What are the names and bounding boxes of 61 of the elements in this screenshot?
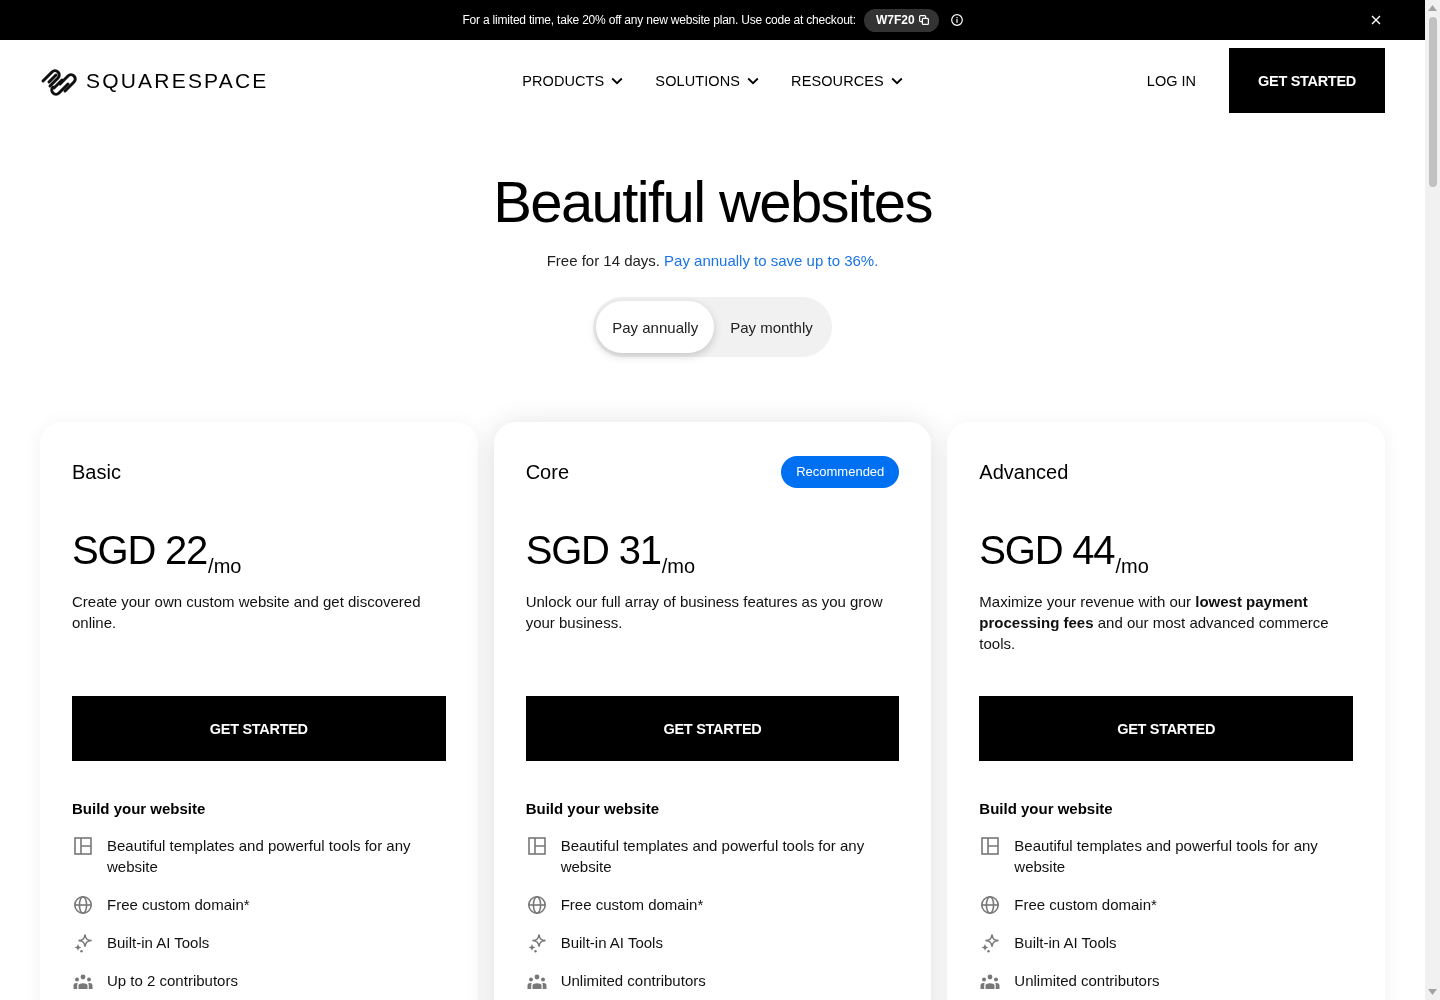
- scrollbar-thumb[interactable]: [1428, 17, 1437, 187]
- feature-text: Beautiful templates and powerful tools for any website: [560, 836, 866, 877]
- billing-option[interactable]: Pay monthly: [714, 301, 829, 353]
- close-icon: [1371, 15, 1381, 25]
- logo-wordmark[interactable]: SQUARESPACE: [86, 68, 269, 93]
- sparkle-icon: [980, 933, 1001, 953]
- feature-text: Free custom domain*: [560, 895, 704, 915]
- globe-icon: [73, 895, 93, 915]
- feature-text: Unlimited contributors: [560, 971, 706, 991]
- plan-name: Basic: [72, 460, 121, 484]
- globe-icon: [980, 895, 1001, 915]
- plan-price: SGD 22: [72, 528, 208, 572]
- price-period: /mo: [661, 555, 696, 577]
- chevron-down-icon: [747, 76, 760, 85]
- globe-icon: [526, 895, 547, 915]
- close-button[interactable]: [1370, 14, 1382, 26]
- feature-text: Built-in AI Tools: [1014, 933, 1117, 953]
- nav-menu-button[interactable]: PRODUCTS: [522, 72, 624, 89]
- get-started-button[interactable]: GET STARTED: [525, 696, 900, 761]
- info-icon[interactable]: [950, 14, 963, 26]
- feature-text: Beautiful templates and powerful tools for any website: [107, 836, 412, 877]
- nav-menu-button[interactable]: SOLUTIONS: [655, 72, 760, 89]
- price-period: /mo: [208, 555, 242, 577]
- plan-description: Create your own custom website and get discovered online.: [72, 592, 422, 633]
- feature-text: Beautiful templates and powerful tools for any website: [1014, 836, 1319, 877]
- plan-price: SGD 44: [979, 528, 1115, 572]
- plan-description: Unlock our full array of business features as you grow your business.: [525, 592, 884, 633]
- get-started-button[interactable]: GET STARTED: [979, 696, 1353, 761]
- recommended-badge: Recommended: [781, 456, 900, 488]
- billing-option[interactable]: Pay annually: [596, 301, 715, 353]
- hero-subtitle: Free for 14 days.: [546, 251, 661, 271]
- chevron-down-icon: [611, 76, 624, 85]
- promo-text: For a limited time, take 20% off any new website plan. Use code at checkout:: [462, 13, 856, 27]
- get-started-button[interactable]: GET STARTED: [1229, 48, 1385, 113]
- feature-text: Free custom domain*: [1014, 895, 1157, 915]
- feature-text: Free custom domain*: [107, 895, 250, 915]
- feature-text: Up to 2 contributors: [107, 971, 238, 991]
- plan-name: Advanced: [979, 460, 1069, 484]
- promo-code-button[interactable]: W7F20: [863, 8, 939, 32]
- plan-price: SGD 31: [525, 528, 661, 572]
- sparkle-icon: [73, 933, 93, 953]
- layout-icon: [980, 836, 1001, 856]
- plan-description: Maximize your revenue with our lowest payment processing fees and our most advanced commerce tools.: [979, 592, 1330, 654]
- feature-text: Built-in AI Tools: [107, 933, 210, 953]
- price-period: /mo: [1115, 555, 1149, 577]
- layout-icon: [526, 836, 547, 856]
- features-heading: Build your website: [525, 799, 660, 819]
- page-title: Beautiful websites: [493, 170, 932, 234]
- features-heading: Build your website: [72, 799, 207, 819]
- feature-text: Built-in AI Tools: [560, 933, 663, 953]
- plan-name: Core: [525, 460, 569, 484]
- login-link[interactable]: LOG IN: [1146, 72, 1196, 89]
- copy-icon: [918, 15, 929, 25]
- chevron-down-icon: [890, 76, 903, 85]
- sparkle-icon: [526, 933, 547, 953]
- nav-menu-button[interactable]: RESOURCES: [791, 72, 903, 89]
- features-heading: Build your website: [979, 799, 1114, 819]
- get-started-button[interactable]: GET STARTED: [72, 696, 446, 761]
- annual-savings-link[interactable]: Pay annually to save up to 36%.: [664, 250, 879, 271]
- feature-text: Unlimited contributors: [1014, 971, 1160, 991]
- layout-icon: [73, 836, 93, 856]
